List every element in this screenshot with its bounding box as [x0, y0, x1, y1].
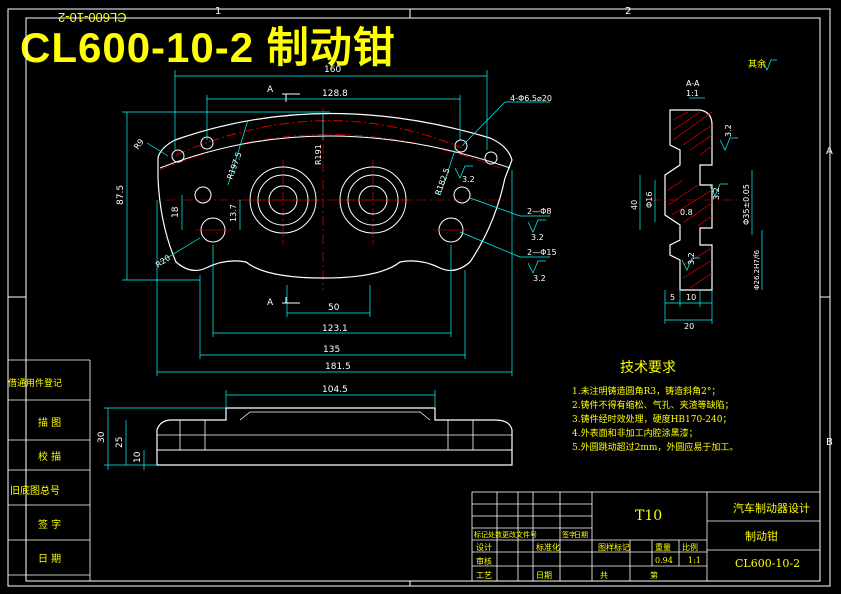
tech-requirement-item: 3.铸件经时效处理，硬度HB170-240；	[572, 415, 732, 425]
section-label-bottom: A	[267, 298, 274, 308]
designer-label: 设计	[476, 543, 492, 552]
side-label: 日 期	[38, 554, 62, 565]
mount-hole	[171, 149, 185, 163]
dim-104-5: 104.5	[322, 385, 348, 395]
roughness-3-2: 3.2	[462, 175, 475, 184]
inner-border	[25, 17, 821, 582]
tech-requirements-title: 技术要求	[620, 360, 676, 376]
process-label: 工艺	[476, 571, 492, 580]
roughness-symbol	[527, 219, 546, 233]
roughness-3-2: 3.2	[712, 187, 721, 200]
section-view: A-A 1:1 40 Φ16 0.8 Φ35±0.05 Φ26.2H7/f6 5…	[630, 59, 777, 331]
roughness-note: 其余	[748, 60, 767, 70]
scale-label: 比例	[682, 543, 698, 552]
material: T10	[635, 508, 663, 524]
hatch	[689, 134, 713, 151]
side-label: 借通用件登记	[8, 379, 63, 389]
dim-d16: Φ16	[645, 192, 654, 208]
part-code: CL600-10-2	[735, 557, 801, 570]
dim-181-5: 181.5	[325, 362, 351, 372]
side-label: 描 图	[38, 418, 62, 429]
leader-line	[146, 142, 169, 157]
side-label: 旧底图总号	[10, 486, 60, 497]
roughness-symbol	[527, 260, 546, 274]
arc-line	[159, 134, 501, 171]
bottom-view: 104.5 30 25 10	[97, 385, 513, 470]
dim-10-section: 10	[686, 293, 696, 302]
dim-10: 10	[133, 451, 143, 463]
grid-col-2: 2	[625, 6, 632, 17]
standard-label: 标准化	[536, 543, 560, 552]
grid-row-a: A	[826, 146, 833, 157]
hatch	[667, 184, 699, 206]
grid-col-1: 1	[215, 6, 222, 17]
pin-hole	[453, 186, 471, 204]
dim-25: 25	[115, 437, 125, 448]
scale-value: 1:1	[688, 556, 701, 565]
dim-2-d8: 2—Φ8	[527, 207, 551, 216]
bottom-outline	[156, 407, 513, 466]
leader-line	[459, 231, 521, 258]
tech-requirement-item: 1.未注明铸造圆角R3，铸造斜角2°；	[572, 387, 721, 397]
dim-2-d15: 2—Φ15	[527, 248, 557, 257]
checker-label: 审核	[476, 557, 492, 566]
roughness-3-2: 3.2	[533, 274, 546, 283]
stage-label: 图样标记	[598, 543, 630, 552]
section-view-scale: 1:1	[686, 89, 699, 98]
dim-13-7: 13.7	[229, 204, 238, 222]
tech-requirement-item: 5.外圆跳动超过2mm，外圆应易于加工。	[572, 443, 739, 453]
dim-40: 40	[630, 200, 639, 210]
dim-4-holes: 4-Φ6.5⌀20	[510, 94, 552, 103]
hatch	[699, 145, 713, 156]
dim-50: 50	[328, 303, 340, 313]
side-label: 签 字	[38, 520, 62, 531]
tech-requirement-item: 2.铸件不得有缩松、气孔、夹渣等缺陷；	[572, 401, 734, 411]
hatch	[672, 111, 689, 121]
weight-label: 重量	[655, 543, 671, 552]
tech-requirement-item: 4.外表面和非加工内腔涂黑漆；	[572, 429, 698, 439]
dim-r182-5: R182.5	[433, 167, 451, 197]
hatch	[672, 111, 701, 131]
dim-128-8: 128.8	[322, 89, 348, 99]
side-label: 校 描	[38, 452, 62, 463]
roughness-symbol	[719, 137, 738, 151]
roughness-3-2: 3.2	[687, 252, 696, 265]
dim-d26: Φ26.2H7/f6	[753, 249, 761, 290]
dim-87-5: 87.5	[116, 185, 126, 205]
leader-line	[461, 101, 506, 147]
sheet-no: 第	[650, 571, 658, 580]
dim-0-8: 0.8	[680, 208, 693, 217]
dim-r191: R191	[314, 144, 323, 165]
hatch	[667, 179, 684, 191]
bottom-slot	[239, 411, 431, 421]
date-row-label: 日期	[574, 531, 588, 539]
hatch	[682, 124, 713, 146]
dim-160: 160	[324, 65, 341, 75]
hatch	[697, 215, 713, 227]
weight-value: 0.94	[655, 556, 673, 565]
dim-30: 30	[97, 431, 107, 443]
section-label-top: A	[267, 85, 274, 95]
hatch	[689, 272, 713, 289]
dim-123-1: 123.1	[322, 324, 348, 334]
dim-18: 18	[171, 206, 181, 218]
date-label: 日期	[536, 571, 552, 580]
sheets-total: 共	[600, 571, 608, 580]
design-name: 汽车制动器设计	[733, 502, 810, 515]
grid-row-b: B	[826, 437, 833, 448]
pin-hole	[194, 186, 212, 204]
dim-5: 5	[670, 293, 675, 302]
roughness-3-2: 3.2	[724, 124, 733, 137]
dim-r197-5: R197.5	[225, 151, 243, 181]
dim-135: 135	[323, 345, 340, 355]
part-name: 制动钳	[745, 530, 778, 543]
roughness-3-2: 3.2	[531, 233, 544, 242]
revision-label: 标记处数更改文件号	[474, 531, 537, 539]
dim-r9: R9	[132, 137, 145, 151]
dim-d35: Φ35±0.05	[742, 184, 751, 225]
cad-drawing-canvas: 160 128.8 A A 4-Φ6.5⌀20 R191 R197.5 R182…	[7, 8, 831, 587]
dim-20: 20	[684, 322, 694, 331]
section-view-label: A-A	[686, 79, 700, 88]
